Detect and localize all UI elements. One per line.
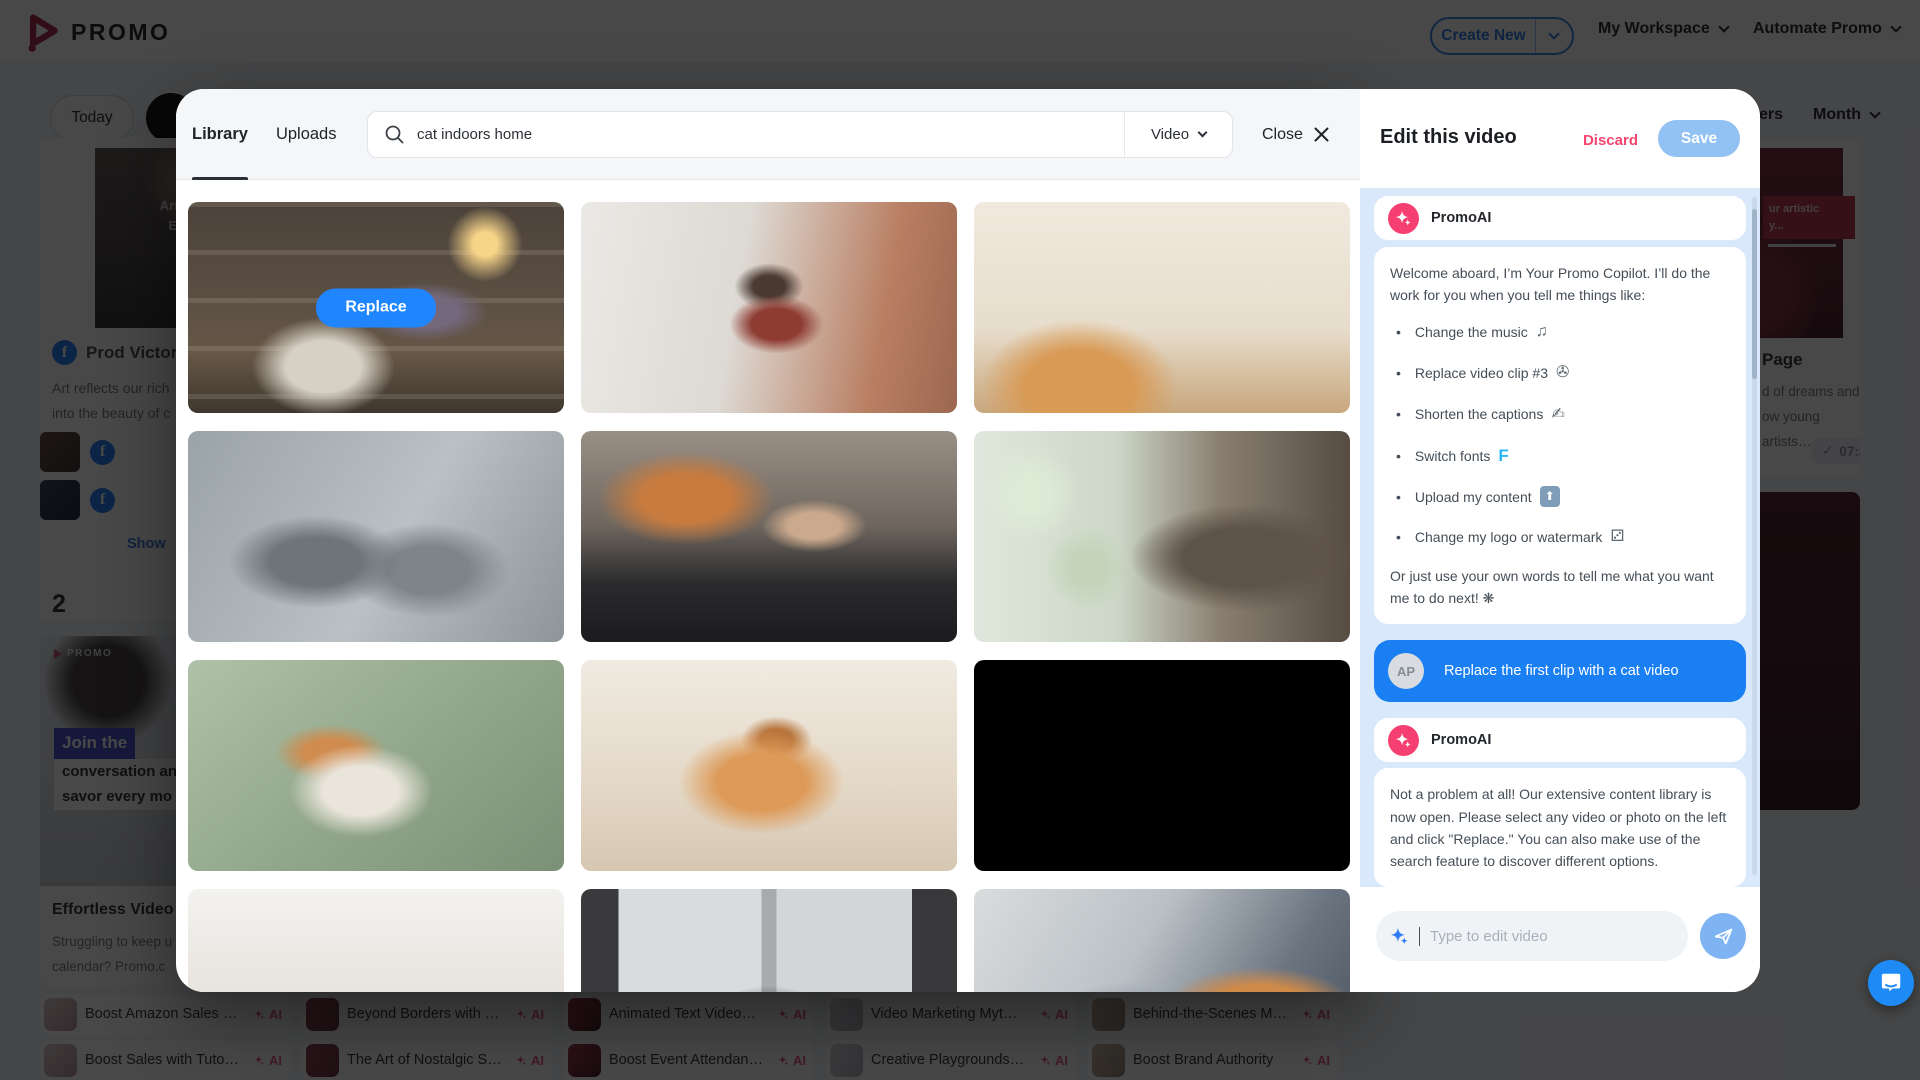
library-grid: Replace xyxy=(176,180,1360,992)
closing-text: Or just use your own words to tell me wh… xyxy=(1390,565,1730,609)
font-icon: F xyxy=(1498,443,1508,470)
library-tile[interactable] xyxy=(581,660,957,871)
sparkles-icon xyxy=(1395,732,1412,749)
sparkles-icon xyxy=(1395,210,1412,227)
library-tile[interactable] xyxy=(974,660,1350,871)
library-header: Library Uploads Video Close xyxy=(176,89,1360,180)
text-caret xyxy=(1419,927,1420,946)
bot-message-header: PromoAI xyxy=(1374,718,1746,762)
close-label: Close xyxy=(1262,126,1303,144)
music-note-icon: ♫ xyxy=(1536,319,1548,344)
writing-hand-icon: ✍ xyxy=(1551,402,1564,427)
library-search-bar: Video xyxy=(367,111,1233,158)
library-tile[interactable] xyxy=(581,889,957,992)
library-tile[interactable] xyxy=(188,660,564,871)
library-tile[interactable] xyxy=(581,431,957,642)
user-message: AP Replace the first clip with a cat vid… xyxy=(1374,640,1746,702)
copilot-header: Edit this video Discard Save xyxy=(1360,89,1760,188)
replace-button[interactable]: Replace xyxy=(316,288,436,327)
bot-name: PromoAI xyxy=(1431,210,1491,226)
chat-scrollbar[interactable] xyxy=(1752,197,1757,875)
library-tile[interactable]: Replace xyxy=(188,202,564,413)
panel-title: Edit this video xyxy=(1380,126,1517,149)
chevron-down-icon xyxy=(1198,128,1208,138)
close-button[interactable]: Close xyxy=(1262,89,1329,180)
movie-camera-icon: ✇ xyxy=(1556,360,1569,385)
copilot-bullet: Replace video clip #3 ✇ xyxy=(1396,360,1730,385)
tab-library[interactable]: Library xyxy=(192,89,248,180)
library-tile[interactable] xyxy=(581,202,957,413)
close-icon xyxy=(1314,127,1329,142)
library-tile[interactable] xyxy=(188,431,564,642)
bullet-label: Switch fonts xyxy=(1415,445,1490,467)
bullet-label: Change my logo or watermark xyxy=(1415,526,1603,548)
copilot-bullet: Upload my content ⬆ xyxy=(1396,486,1730,508)
search-input[interactable] xyxy=(417,126,1124,143)
library-tabs: Library Uploads xyxy=(192,89,336,180)
send-icon xyxy=(1713,926,1734,947)
edit-video-input[interactable] xyxy=(1430,928,1674,945)
media-type-label: Video xyxy=(1151,126,1189,143)
media-type-dropdown[interactable]: Video xyxy=(1124,112,1232,157)
composer-field[interactable] xyxy=(1376,911,1688,961)
bullet-label: Shorten the captions xyxy=(1415,403,1543,425)
tab-uploads[interactable]: Uploads xyxy=(276,89,337,180)
library-results: Replace xyxy=(176,180,1360,992)
copilot-bullet: Change my logo or watermark ⚂ xyxy=(1396,524,1730,549)
save-button[interactable]: Save xyxy=(1658,120,1740,157)
bullet-label: Replace video clip #3 xyxy=(1415,362,1548,384)
content-library-modal: Library Uploads Video Close xyxy=(176,89,1360,992)
copilot-bullet: Change the music ♫ xyxy=(1396,319,1730,344)
promoai-avatar xyxy=(1388,725,1419,756)
bot-message: Not a problem at all! Our extensive cont… xyxy=(1374,768,1746,886)
composer-bar xyxy=(1360,887,1760,992)
bot-name: PromoAI xyxy=(1431,732,1491,748)
promo-app: PROMO Create New My Workspace Automate P… xyxy=(0,0,1920,1080)
copilot-bullet-list: Change the music ♫ Replace video clip #3 ✇ S… xyxy=(1396,319,1730,549)
send-button[interactable] xyxy=(1700,913,1746,959)
library-tile[interactable] xyxy=(974,889,1350,992)
chat-widget-button[interactable] xyxy=(1868,960,1914,1006)
bullet-label: Change the music xyxy=(1415,321,1528,343)
bot-message: Welcome aboard, I’m Your Promo Copilot. … xyxy=(1374,247,1746,624)
chat-bubble-icon xyxy=(1879,971,1903,995)
welcome-text: Welcome aboard, I’m Your Promo Copilot. … xyxy=(1390,265,1710,303)
search-icon xyxy=(384,124,405,145)
sparkles-icon xyxy=(1390,927,1409,946)
dice-icon: ⚂ xyxy=(1610,524,1624,549)
upload-icon: ⬆ xyxy=(1540,486,1560,507)
library-tile[interactable] xyxy=(188,889,564,992)
library-tile[interactable] xyxy=(974,431,1350,642)
chat-thread[interactable]: PromoAI Welcome aboard, I’m Your Promo C… xyxy=(1360,188,1760,887)
library-tile[interactable] xyxy=(974,202,1350,413)
user-avatar: AP xyxy=(1388,653,1424,689)
copilot-bullet: Switch fonts F xyxy=(1396,443,1730,470)
copilot-bullet: Shorten the captions ✍ xyxy=(1396,402,1730,427)
scrollbar-thumb[interactable] xyxy=(1752,209,1757,379)
promoai-avatar xyxy=(1388,203,1419,234)
copilot-panel: Edit this video Discard Save PromoAI Wel… xyxy=(1360,89,1760,992)
bullet-label: Upload my content xyxy=(1415,486,1532,508)
reply-text: Not a problem at all! Our extensive cont… xyxy=(1390,786,1726,868)
discard-button[interactable]: Discard xyxy=(1583,132,1638,149)
user-message-text: Replace the first clip with a cat video xyxy=(1444,663,1679,679)
bot-message-header: PromoAI xyxy=(1374,196,1746,240)
